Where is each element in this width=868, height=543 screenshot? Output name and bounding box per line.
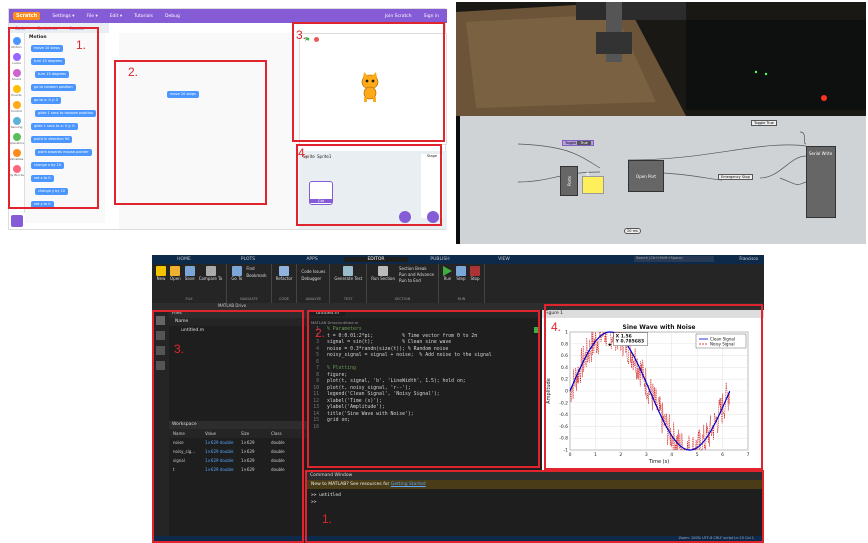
scratch-logo[interactable]: Scratch xyxy=(13,12,41,20)
tab-publish[interactable]: PUBLISH xyxy=(408,257,472,262)
group-analyze: Code Issues Debugger ANALYZE xyxy=(297,264,331,303)
generate-test-button[interactable]: Generate Test xyxy=(334,266,362,281)
tab-plots[interactable]: PLOTS xyxy=(216,257,280,262)
label-m1: 1. xyxy=(322,512,333,526)
panel-node[interactable] xyxy=(582,176,604,194)
open-button[interactable]: Open xyxy=(170,266,181,281)
string-toggle[interactable]: Toggle True xyxy=(751,120,777,126)
save-button[interactable]: Save xyxy=(184,266,195,281)
camera-view xyxy=(456,2,866,116)
menu-tutorials[interactable]: Tutorials xyxy=(134,14,153,19)
ports-node[interactable]: Ports Available xyxy=(560,166,590,196)
group-code: Refactor CODE xyxy=(272,264,298,303)
highlight-box-2 xyxy=(114,60,267,205)
group-section: Run Section Section Break Run and Advance… xyxy=(367,264,439,303)
section-break-button[interactable]: Section Break xyxy=(399,266,434,271)
group-navigate: Go To Find Bookmark NAVIGATE xyxy=(227,264,272,303)
serial-write-node[interactable]: Serial Write xyxy=(806,146,836,218)
run-section-button[interactable]: Run Section xyxy=(371,266,395,283)
group-test: Generate Test TEST xyxy=(330,264,368,303)
code-issues-button[interactable]: Code Issues xyxy=(301,269,325,274)
highlight-box-1 xyxy=(8,27,99,209)
laser-machine-photo xyxy=(456,2,866,116)
tab-view[interactable]: VIEW xyxy=(472,257,536,262)
highlight-box-m4 xyxy=(544,304,763,470)
address-text: MATLAB Drive xyxy=(218,303,247,308)
new-button[interactable]: New xyxy=(156,266,166,281)
stop-button[interactable]: Stop xyxy=(469,266,480,281)
search-box[interactable]: Search (Ctrl+Shift+Space) xyxy=(634,256,714,262)
bookmark-button[interactable]: Bookmark xyxy=(246,273,266,278)
highlight-box-m1 xyxy=(305,470,764,543)
tab-home[interactable]: HOME xyxy=(152,257,216,262)
menu-debug[interactable]: Debug xyxy=(165,14,180,19)
label-m4: 4. xyxy=(551,320,562,334)
menu-edit[interactable]: Edit ▾ xyxy=(110,14,122,19)
highlight-box-m2 xyxy=(307,310,540,468)
tab-apps[interactable]: APPS xyxy=(280,257,344,262)
label-m2: 2. xyxy=(315,326,326,340)
tab-editor[interactable]: EDITOR xyxy=(344,257,408,262)
signin-link[interactable]: Sign in xyxy=(424,14,439,19)
label-4: 4. xyxy=(298,146,309,160)
step-button[interactable]: Step xyxy=(455,266,466,281)
extension-button[interactable] xyxy=(11,215,23,227)
user-name[interactable]: Francisco xyxy=(739,256,758,261)
group-run: Run Step Stop RUN xyxy=(439,264,485,303)
label-1: 1. xyxy=(76,38,87,52)
highlight-box-3 xyxy=(292,22,445,142)
label-m3: 3. xyxy=(174,342,185,356)
highlight-box-4 xyxy=(296,144,442,226)
join-link[interactable]: Join Scratch xyxy=(385,14,412,19)
timer-node[interactable]: 20 ms xyxy=(624,228,641,234)
emergency-stop-panel[interactable]: Emergency Stop xyxy=(718,174,753,180)
run-button[interactable]: Run xyxy=(442,266,452,281)
goto-button[interactable]: Go To xyxy=(231,266,242,281)
toggle-node[interactable]: Toggle True xyxy=(562,140,594,146)
debugger-button[interactable]: Debugger xyxy=(301,276,325,281)
grasshopper-canvas[interactable]: Toggle True Ports Available Open Port Em… xyxy=(460,116,866,244)
open-port-node[interactable]: Open Port xyxy=(628,160,664,192)
label-3: 3. xyxy=(296,28,307,42)
scratch-menubar: Scratch Settings ▾ File ▾ Edit ▾ Tutoria… xyxy=(9,9,447,23)
group-file: New Open Save Compare To FILE xyxy=(152,264,228,303)
run-advance-button[interactable]: Run and Advance xyxy=(399,272,434,277)
compare-button[interactable]: Compare To xyxy=(199,266,222,281)
menu-settings[interactable]: Settings ▾ xyxy=(52,14,74,19)
run-to-end-button[interactable]: Run to End xyxy=(399,278,434,283)
menu-file[interactable]: File ▾ xyxy=(86,14,97,19)
find-button[interactable]: Find xyxy=(246,266,266,271)
label-2: 2. xyxy=(128,65,139,79)
grasshopper-window: Toggle True Ports Available Open Port Em… xyxy=(456,2,866,244)
ribbon-toolstrip: New Open Save Compare To FILE Go To Find… xyxy=(152,264,764,303)
refactor-button[interactable]: Refactor xyxy=(276,266,292,281)
